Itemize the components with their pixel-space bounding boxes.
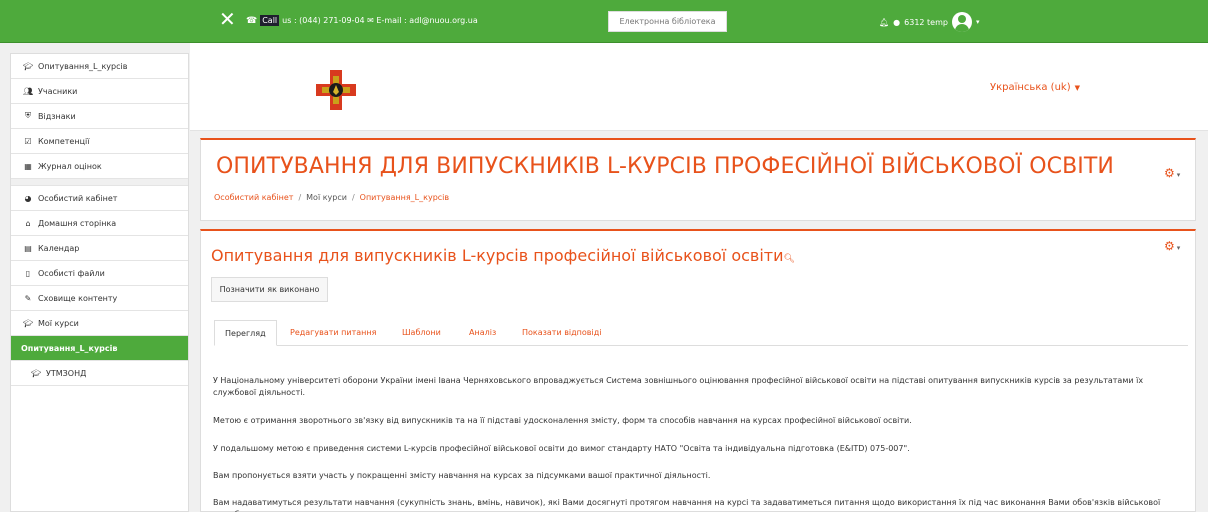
chevron-down-icon[interactable]: ▾ <box>976 18 980 26</box>
tab-edit-questions[interactable]: Редагувати питання <box>290 320 376 346</box>
sidebar-item-calendar[interactable]: ▤ Календар <box>11 236 188 261</box>
sidebar-item-label: Мої курси <box>38 318 79 328</box>
page-title: ОПИТУВАННЯ ДЛЯ ВИПУСКНИКІВ L-КУРСІВ ПРОФ… <box>216 154 1114 179</box>
course-settings-menu[interactable]: ⚙ ▾ <box>1164 166 1180 180</box>
users-icon: 👥︎ <box>23 86 34 96</box>
intro-paragraph: Метою є отримання зворотнього зв'язку ві… <box>213 416 912 425</box>
table-icon: ▦ <box>24 161 32 171</box>
sidebar-item-label: Компетенції <box>38 136 90 146</box>
logo-emblem[interactable] <box>316 70 356 110</box>
close-icon[interactable]: ✕ <box>219 9 237 29</box>
brush-icon: ✎ <box>24 293 32 303</box>
checkbox-icon: ☑ <box>24 136 32 146</box>
course-header-card: ОПИТУВАННЯ ДЛЯ ВИПУСКНИКІВ L-КУРСІВ ПРОФ… <box>200 138 1196 221</box>
chevron-down-icon: ▾ <box>1176 244 1181 252</box>
sidebar-item-label: Опитування_L_курсів <box>38 61 128 71</box>
sidebar-item-utmzond[interactable]: 🎓︎ УТМЗОНД <box>11 361 188 386</box>
sidebar-item-files[interactable]: ▯ Особисті файли <box>11 261 188 286</box>
intro-paragraph: Вам пропонується взяти участь у покращен… <box>213 471 711 480</box>
chevron-down-icon: ▾ <box>1176 171 1181 179</box>
sidebar-item-participants[interactable]: 👥︎ Учасники <box>11 79 188 104</box>
sidebar: 🎓︎ Опитування_L_курсів 👥︎ Учасники ⛨ Відзна… <box>10 53 189 512</box>
file-icon: ▯ <box>25 268 31 278</box>
intro-paragraph: Вам надаватимуться результати навчання (… <box>213 498 1161 512</box>
user-avatar-icon[interactable] <box>951 12 972 32</box>
graduation-cap-icon: 🎓︎ <box>23 318 34 328</box>
gear-icon: ⚙ <box>1164 166 1175 180</box>
activity-card: Опитування для випускників L-курсів проф… <box>200 229 1196 512</box>
search-icon[interactable]: 🔍︎ <box>784 254 795 264</box>
activity-settings-menu[interactable]: ⚙ ▾ <box>1164 239 1180 253</box>
phone-icon: ☎ <box>246 15 258 26</box>
calendar-icon: ▤ <box>24 243 32 253</box>
graduation-cap-icon: 🎓︎ <box>31 368 42 378</box>
sidebar-item-home[interactable]: ⌂ Домашня сторінка <box>11 211 188 236</box>
sidebar-item-grades[interactable]: ▦ Журнал оцінок <box>11 154 188 179</box>
contact-info: ☎ Call us : (044) 271-09-04 ✉ E-mail : ad… <box>246 15 478 26</box>
sidebar-item-current-course[interactable]: Опитування_L_курсів <box>11 336 188 361</box>
message-icon[interactable]: ● <box>893 18 900 27</box>
sidebar-item-label: Журнал оцінок <box>38 161 102 171</box>
sidebar-item-label: Сховище контенту <box>38 293 118 303</box>
breadcrumb-my-courses[interactable]: Мої курси <box>306 193 347 202</box>
mark-done-button[interactable]: Позначити як виконано <box>211 277 328 302</box>
gear-icon: ⚙ <box>1164 239 1175 253</box>
sidebar-item-label: Особисті файли <box>38 268 105 278</box>
activity-tabs: Перегляд Редагувати питання Шаблони Анал… <box>214 320 1188 346</box>
call-label: Call <box>260 15 280 26</box>
language-label: Українська (uk) <box>990 82 1071 93</box>
sidebar-item-label: Відзнаки <box>38 111 76 121</box>
chevron-down-icon: ▼ <box>1074 84 1080 92</box>
language-menu[interactable]: Українська (uk) ▼ <box>990 82 1080 93</box>
sidebar-item-course[interactable]: 🎓︎ Опитування_L_курсів <box>11 54 188 79</box>
sidebar-item-label: Домашня сторінка <box>38 218 117 228</box>
tab-view[interactable]: Перегляд <box>214 320 277 346</box>
intro-paragraph: У Національному університеті оборони Укр… <box>213 376 1144 397</box>
breadcrumb-separator: / <box>351 193 355 202</box>
activity-title: Опитування для випускників L-курсів проф… <box>211 246 795 265</box>
sidebar-item-label: Особистий кабінет <box>38 193 118 203</box>
tab-show-responses[interactable]: Показати відповіді <box>522 320 602 346</box>
graduation-cap-icon: 🎓︎ <box>23 61 34 71</box>
sidebar-item-dashboard[interactable]: ◕ Особистий кабінет <box>11 186 188 211</box>
breadcrumb-course[interactable]: Опитування_L_курсів <box>360 193 449 202</box>
breadcrumb-separator: / <box>298 193 302 202</box>
home-icon: ⌂ <box>25 218 31 228</box>
sidebar-item-label: Учасники <box>38 86 78 96</box>
tab-analysis[interactable]: Аналіз <box>469 320 496 346</box>
contact-text: us : (044) 271-09-04 ✉ E-mail : adl@nuou… <box>282 16 478 25</box>
sidebar-item-competencies[interactable]: ☑ Компетенції <box>11 129 188 154</box>
sidebar-item-label: Опитування_L_курсів <box>21 343 118 353</box>
username[interactable]: 6312 temp <box>904 18 948 27</box>
breadcrumb: Особистий кабінет / Мої курси / Опитування_L… <box>214 193 449 202</box>
top-bar: ✕ ☎ Call us : (044) 271-09-04 ✉ E-mail : … <box>0 0 1208 43</box>
bell-icon[interactable]: 🔔︎ <box>879 18 889 27</box>
user-menu: 🔔︎ ● 6312 temp ▾ <box>879 11 980 33</box>
intro-paragraph: У подальшому метою є приведення системи … <box>213 444 910 453</box>
sidebar-item-my-courses[interactable]: 🎓︎ Мої курси <box>11 311 188 336</box>
activity-title-text: Опитування для випускників L-курсів проф… <box>211 246 784 265</box>
breadcrumb-dashboard[interactable]: Особистий кабінет <box>214 193 293 202</box>
tab-templates[interactable]: Шаблони <box>402 320 441 346</box>
shield-icon: ⛨ <box>25 111 31 120</box>
library-button[interactable]: Електронна бібліотека <box>608 11 727 32</box>
sidebar-item-label: УТМЗОНД <box>46 368 87 378</box>
sidebar-divider <box>11 179 188 186</box>
sidebar-item-content-bank[interactable]: ✎ Сховище контенту <box>11 286 188 311</box>
sidebar-item-label: Календар <box>38 243 80 253</box>
sidebar-item-badges[interactable]: ⛨ Відзнаки <box>11 104 188 129</box>
dashboard-icon: ◕ <box>24 193 32 203</box>
